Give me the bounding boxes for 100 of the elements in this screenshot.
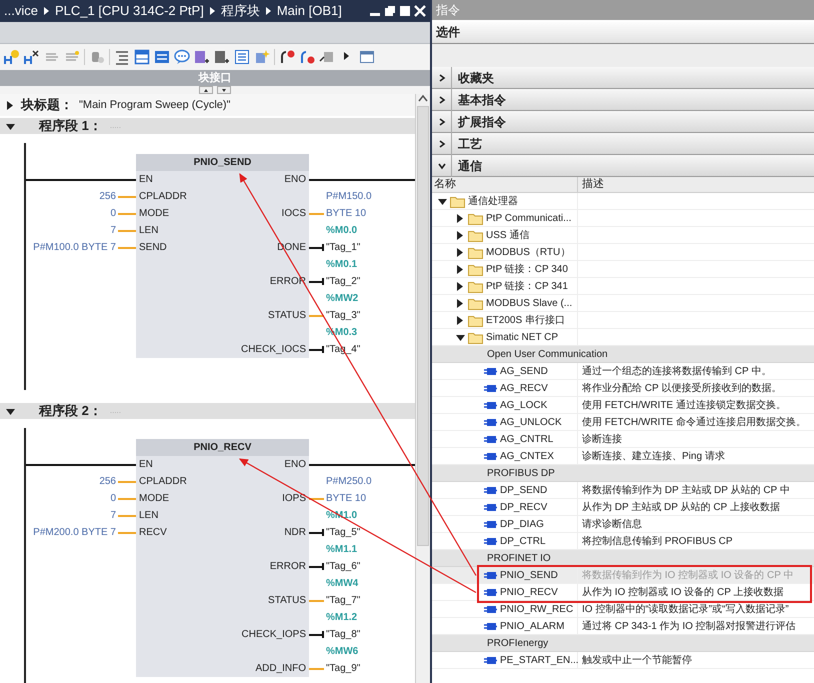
- collapse-caret-icon[interactable]: [456, 332, 465, 342]
- instruction-row[interactable]: DP_DIAG 请求诊断信息: [432, 516, 814, 533]
- list-icon[interactable]: [234, 49, 250, 65]
- folder-icon: [468, 262, 483, 276]
- chevron-right-icon[interactable]: [438, 74, 446, 82]
- instruction-name: AG_SEND: [500, 364, 548, 378]
- folder-label[interactable]: MODBUS（RTU）: [486, 244, 570, 260]
- connection-wire: [118, 514, 136, 516]
- connection-wire: [118, 230, 136, 232]
- instruction-row[interactable]: PNIO_RW_REC IO 控制器中的“读取数据记录”或“写入数据记录”: [432, 601, 814, 618]
- instruction-name: PNIO_SEND: [500, 568, 558, 582]
- instruction-row[interactable]: DP_RECV 从作为 DP 主站或 DP 从站的 CP 上接收数据: [432, 499, 814, 516]
- expand-caret-icon[interactable]: [456, 316, 465, 324]
- close-icon[interactable]: [414, 5, 426, 17]
- section-header[interactable]: 扩展指令: [432, 111, 814, 133]
- expand-caret-icon[interactable]: [456, 298, 465, 308]
- restore-icon[interactable]: [384, 5, 396, 17]
- function-block-title: PNIO_RECV: [136, 439, 309, 456]
- chevron-right-icon[interactable]: [438, 140, 446, 148]
- pin-label: ERROR: [268, 560, 307, 574]
- operand-value: 7: [109, 509, 117, 523]
- breadcrumb-item[interactable]: 程序块: [220, 1, 260, 21]
- rung-star-icon[interactable]: [4, 49, 20, 65]
- collapse-caret-icon[interactable]: [438, 196, 447, 206]
- instruction-name: DP_SEND: [500, 484, 548, 498]
- expand-caret-icon[interactable]: [456, 282, 465, 290]
- folder-label[interactable]: PtP 链接：CP 340: [486, 262, 568, 276]
- connection-wire: [309, 600, 324, 602]
- block-icon: [484, 588, 497, 596]
- folder-label[interactable]: 通信处理器: [468, 194, 518, 208]
- expand-caret-icon[interactable]: [456, 230, 465, 240]
- indent-list-icon[interactable]: [114, 49, 130, 65]
- instruction-name: AG_UNLOCK: [500, 416, 562, 430]
- section-header[interactable]: 基本指令: [432, 89, 814, 111]
- group-header: Open User Communication: [487, 348, 608, 362]
- breadcrumb-item[interactable]: Main [OB1]: [276, 1, 342, 21]
- folder-label[interactable]: USS 通信: [486, 228, 530, 242]
- section-header[interactable]: 通信: [432, 155, 814, 177]
- card-plus-icon[interactable]: [214, 49, 230, 65]
- connection-wire: [118, 246, 136, 248]
- instruction-row[interactable]: AG_LOCK 使用 FETCH/WRITE 通过连接锁定数据交换。: [432, 397, 814, 414]
- pin-label: CPLADDR: [138, 190, 188, 204]
- expand-caret-icon[interactable]: [456, 264, 465, 274]
- connection-wire: [118, 480, 136, 482]
- expand-caret-icon[interactable]: [456, 214, 465, 222]
- options-header[interactable]: 选件: [432, 20, 814, 44]
- panel-icon[interactable]: [154, 49, 170, 65]
- card-arrow-icon[interactable]: [319, 49, 335, 65]
- folder-label[interactable]: ET200S 串行接口: [486, 312, 565, 328]
- chevron-down-icon[interactable]: [438, 162, 446, 170]
- sparkle-icon[interactable]: [254, 49, 270, 65]
- instruction-description: 将数据传输到作为 DP 主站或 DP 从站的 CP 中: [582, 484, 790, 498]
- instruction-row[interactable]: AG_CNTRL 诊断连接: [432, 431, 814, 448]
- expand-caret-icon[interactable]: [456, 248, 465, 256]
- cylinder-icon[interactable]: [89, 49, 105, 65]
- breadcrumb-item[interactable]: ...vice: [4, 1, 38, 21]
- chevron-right-icon[interactable]: [438, 96, 446, 104]
- section-header[interactable]: 工艺: [432, 133, 814, 155]
- rung-cross-icon[interactable]: [24, 49, 40, 65]
- column-header[interactable]: 名称: [434, 176, 456, 193]
- instruction-row[interactable]: DP_SEND 将数据传输到作为 DP 主站或 DP 从站的 CP 中: [432, 482, 814, 499]
- window-icon[interactable]: [359, 49, 375, 65]
- folder-label[interactable]: PtP 链接：CP 341: [486, 278, 568, 294]
- chevron-right-icon[interactable]: [438, 118, 446, 126]
- scroll-up-icon[interactable]: [418, 94, 428, 102]
- section-header[interactable]: 收藏夹: [432, 67, 814, 89]
- instruction-row[interactable]: PNIO_RECV 从作为 IO 控制器或 IO 设备的 CP 上接收数据: [432, 584, 814, 601]
- instruction-name: DP_DIAG: [500, 518, 544, 532]
- instruction-row[interactable]: PNIO_SEND 将数据传输到作为 IO 控制器或 IO 设备的 CP 中: [432, 567, 814, 584]
- pin-label: MODE: [138, 207, 170, 221]
- expand-caret-icon[interactable]: [6, 100, 15, 110]
- breadcrumb-separator-icon: [44, 7, 49, 15]
- collapse-caret-icon[interactable]: [6, 406, 15, 416]
- maximize-icon[interactable]: [399, 5, 411, 17]
- column-header[interactable]: 描述: [582, 176, 604, 193]
- pin-label: IOCS: [280, 207, 307, 221]
- pane-title: 指令: [432, 0, 814, 20]
- instruction-row[interactable]: AG_RECV 将作业分配给 CP 以便接受所接收到的数据。: [432, 380, 814, 397]
- instruction-description: 请求诊断信息: [582, 518, 642, 532]
- folder-label[interactable]: Simatic NET CP: [486, 330, 558, 344]
- instruction-row[interactable]: AG_UNLOCK 使用 FETCH/WRITE 命令通过连接启用数据交换。: [432, 414, 814, 431]
- instruction-row[interactable]: PE_START_EN... 触发或中止一个节能暂停: [432, 652, 814, 669]
- folder-label[interactable]: MODBUS Slave (...: [486, 296, 572, 310]
- block-title-label: 块标题：: [21, 96, 73, 114]
- breadcrumb-item[interactable]: PLC_1 [CPU 314C-2 PtP]: [54, 1, 204, 21]
- scrollbar-thumb[interactable]: [417, 106, 429, 546]
- function-block-title: PNIO_SEND: [136, 154, 309, 171]
- folder-icon: [468, 314, 483, 326]
- folder-label[interactable]: PtP Communicati...: [486, 210, 572, 226]
- window-icon[interactable]: [134, 49, 150, 65]
- collapse-caret-icon[interactable]: [6, 122, 15, 130]
- tag-address: %MW6: [325, 645, 360, 659]
- speech-bubble-icon[interactable]: [174, 49, 190, 65]
- pin-label: EN: [138, 173, 154, 187]
- instruction-description: 通过将 CP 343-1 作为 IO 控制器对报警进行评估: [582, 620, 796, 634]
- instruction-row[interactable]: AG_SEND 通过一个组态的连接将数据传输到 CP 中。: [432, 363, 814, 380]
- block-title-value: "Main Program Sweep (Cycle)": [79, 98, 230, 113]
- folder-icon: [468, 330, 483, 344]
- instruction-name: DP_CTRL: [500, 534, 546, 548]
- card-plus-icon[interactable]: [194, 49, 210, 65]
